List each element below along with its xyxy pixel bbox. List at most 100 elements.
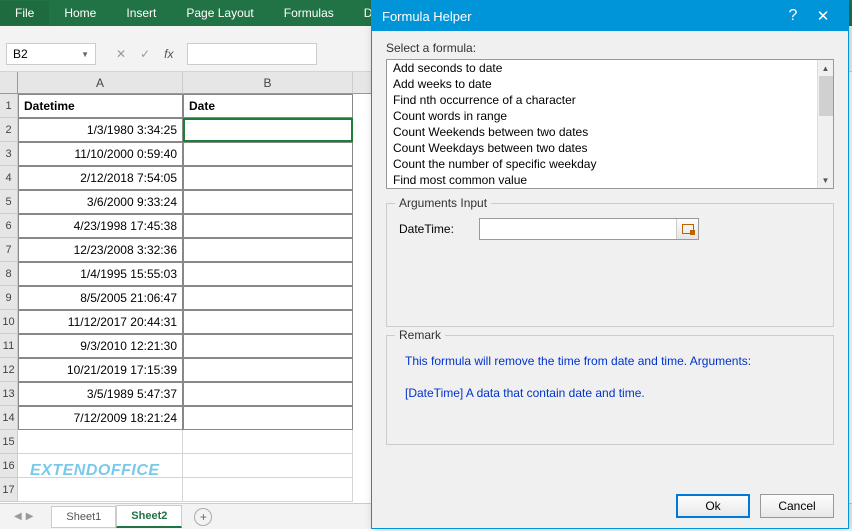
datetime-input[interactable] <box>480 219 676 239</box>
scroll-up-icon[interactable]: ▲ <box>818 60 833 76</box>
cell[interactable] <box>183 334 353 358</box>
row-header[interactable]: 4 <box>0 166 18 190</box>
row-header[interactable]: 10 <box>0 310 18 334</box>
formula-item[interactable]: Count Weekends between two dates <box>387 124 817 140</box>
sheet-tab-2[interactable]: Sheet2 <box>116 505 182 528</box>
name-box[interactable]: B2 ▼ <box>6 43 96 65</box>
cell[interactable]: 10/21/2019 17:15:39 <box>18 358 183 382</box>
add-sheet-button[interactable]: + <box>194 508 212 526</box>
cell[interactable] <box>18 478 183 502</box>
cell[interactable] <box>183 166 353 190</box>
formula-item[interactable]: Count words in range <box>387 108 817 124</box>
formula-accept-icon: ✓ <box>140 47 150 61</box>
scrollbar[interactable]: ▲ ▼ <box>817 60 833 188</box>
formula-item[interactable]: Remove time from date <box>387 188 817 189</box>
cell[interactable] <box>183 454 353 478</box>
chevron-down-icon[interactable]: ▼ <box>81 50 89 59</box>
ribbon-tab-home[interactable]: Home <box>49 1 111 25</box>
remark-line-1: This formula will remove the time from d… <box>399 350 821 368</box>
cell[interactable]: 12/23/2008 3:32:36 <box>18 238 183 262</box>
cell[interactable]: 2/12/2018 7:54:05 <box>18 166 183 190</box>
cell[interactable] <box>183 118 353 142</box>
row-header[interactable]: 17 <box>0 478 18 502</box>
formula-item[interactable]: Add weeks to date <box>387 76 817 92</box>
cell[interactable] <box>183 358 353 382</box>
range-picker-button[interactable] <box>676 219 698 239</box>
help-icon[interactable]: ? <box>778 7 808 25</box>
datetime-arg-label: DateTime: <box>399 222 469 236</box>
formula-cancel-icon: ✕ <box>116 47 126 61</box>
row-header[interactable]: 8 <box>0 262 18 286</box>
select-all-corner[interactable] <box>0 72 18 94</box>
tab-nav[interactable]: ◀▶ <box>14 511 33 522</box>
formula-item[interactable]: Count Weekdays between two dates <box>387 140 817 156</box>
cell[interactable] <box>183 238 353 262</box>
row-header[interactable]: 3 <box>0 142 18 166</box>
ribbon-tab-pagelayout[interactable]: Page Layout <box>171 1 268 25</box>
cancel-button[interactable]: Cancel <box>760 494 834 518</box>
fx-icon[interactable]: fx <box>164 47 173 61</box>
cell[interactable]: 1/3/1980 3:34:25 <box>18 118 183 142</box>
dialog-title: Formula Helper <box>382 9 778 24</box>
remark-line-2: [DateTime] A data that contain date and … <box>399 382 821 400</box>
row-header[interactable]: 12 <box>0 358 18 382</box>
cell[interactable]: Datetime <box>18 94 183 118</box>
cell[interactable]: 4/23/1998 17:45:38 <box>18 214 183 238</box>
formula-item[interactable]: Count the number of specific weekday <box>387 156 817 172</box>
ribbon-tab-file[interactable]: File <box>0 1 49 25</box>
ribbon-tab-insert[interactable]: Insert <box>111 1 171 25</box>
row-header[interactable]: 1 <box>0 94 18 118</box>
arguments-legend: Arguments Input <box>395 196 491 210</box>
scroll-thumb[interactable] <box>819 76 833 116</box>
close-icon[interactable]: ✕ <box>808 7 838 25</box>
ok-button[interactable]: Ok <box>676 494 750 518</box>
row-header[interactable]: 5 <box>0 190 18 214</box>
row-header[interactable]: 16 <box>0 454 18 478</box>
cell[interactable]: 11/12/2017 20:44:31 <box>18 310 183 334</box>
row-header[interactable]: 6 <box>0 214 18 238</box>
cell[interactable]: 3/5/1989 5:47:37 <box>18 382 183 406</box>
sheet-tab-1[interactable]: Sheet1 <box>51 506 116 528</box>
formula-item[interactable]: Find most common value <box>387 172 817 188</box>
col-header-b[interactable]: B <box>183 72 353 94</box>
cell[interactable]: Date <box>183 94 353 118</box>
formula-item[interactable]: Add seconds to date <box>387 60 817 76</box>
cell[interactable]: 1/4/1995 15:55:03 <box>18 262 183 286</box>
formula-item[interactable]: Find nth occurrence of a character <box>387 92 817 108</box>
cell[interactable]: 7/12/2009 18:21:24 <box>18 406 183 430</box>
row-header[interactable]: 7 <box>0 238 18 262</box>
row-header[interactable]: 15 <box>0 430 18 454</box>
cell[interactable] <box>183 142 353 166</box>
row-header[interactable]: 2 <box>0 118 18 142</box>
remark-legend: Remark <box>395 328 445 342</box>
watermark-logo: EXTENDOFFICE <box>30 462 160 480</box>
cell[interactable] <box>183 214 353 238</box>
scroll-down-icon[interactable]: ▼ <box>818 172 833 188</box>
cell[interactable] <box>183 382 353 406</box>
arguments-fieldset: Arguments Input DateTime: <box>386 203 834 327</box>
row-header[interactable]: 11 <box>0 334 18 358</box>
cell[interactable]: 11/10/2000 0:59:40 <box>18 142 183 166</box>
cell[interactable]: 3/6/2000 9:33:24 <box>18 190 183 214</box>
range-picker-icon <box>682 224 694 234</box>
cell[interactable]: 8/5/2005 21:06:47 <box>18 286 183 310</box>
select-formula-label: Select a formula: <box>386 41 834 55</box>
dialog-titlebar[interactable]: Formula Helper ? ✕ <box>372 1 848 31</box>
row-header[interactable]: 13 <box>0 382 18 406</box>
row-header[interactable]: 9 <box>0 286 18 310</box>
row-header[interactable]: 14 <box>0 406 18 430</box>
cell[interactable] <box>183 406 353 430</box>
cell[interactable] <box>183 286 353 310</box>
cell[interactable] <box>183 430 353 454</box>
cell[interactable] <box>183 310 353 334</box>
remark-fieldset: Remark This formula will remove the time… <box>386 335 834 445</box>
cell[interactable]: 9/3/2010 12:21:30 <box>18 334 183 358</box>
formula-input[interactable] <box>187 43 317 65</box>
cell[interactable] <box>18 430 183 454</box>
cell[interactable] <box>183 262 353 286</box>
cell[interactable] <box>183 190 353 214</box>
ribbon-tab-formulas[interactable]: Formulas <box>269 1 349 25</box>
col-header-a[interactable]: A <box>18 72 183 94</box>
cell[interactable] <box>183 478 353 502</box>
formula-list[interactable]: Add seconds to dateAdd weeks to dateFind… <box>386 59 834 189</box>
